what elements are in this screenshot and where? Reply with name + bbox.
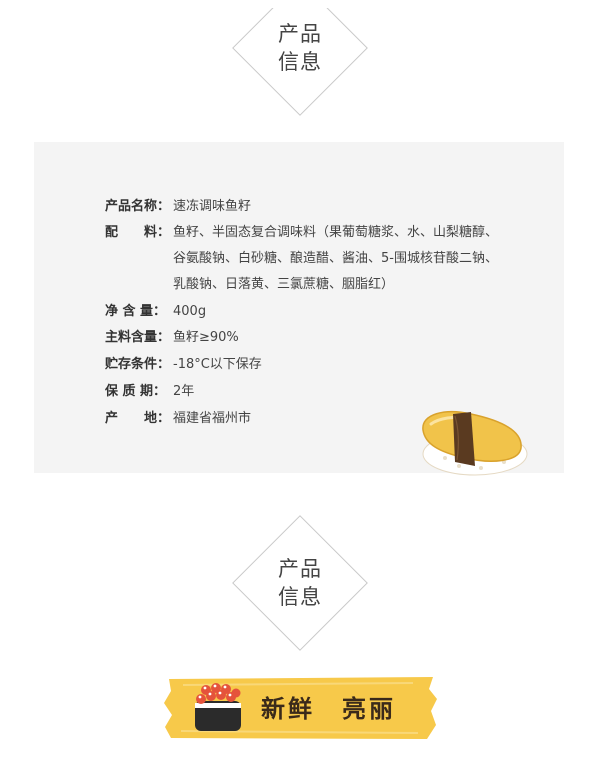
info-label: 产 地：: [105, 411, 171, 426]
section-title: 产品 信息: [278, 20, 322, 76]
info-ingredients-line2: 谷氨酸钠、白砂糖、酿造醋、酱油、5-围城核苷酸二钠、: [173, 251, 498, 266]
info-row-name: 产品名称： 速冻调味鱼籽: [105, 194, 251, 220]
section-title-line1: 产品: [278, 22, 322, 46]
info-value: 2年: [173, 384, 195, 399]
info-label: 净 含 量：: [105, 304, 167, 319]
info-row-origin: 产 地： 福建省福州市: [105, 406, 251, 432]
info-value: 400g: [173, 304, 207, 319]
info-ingredients-line3: 乳酸钠、日落黄、三氯蔗糖、胭脂红）: [173, 277, 395, 292]
info-value: 福建省福州市: [173, 411, 252, 426]
section-title: 产品 信息: [278, 555, 322, 611]
section-title-line2: 信息: [278, 50, 322, 74]
section-title-line1: 产品: [278, 557, 322, 581]
info-row-main: 主料含量： 鱼籽≥90%: [105, 325, 239, 351]
info-label: 贮存条件：: [105, 357, 171, 372]
info-value: -18°C以下保存: [173, 357, 262, 372]
info-value: 鱼籽、半固态复合调味料（果葡萄糖浆、水、山梨糖醇、: [173, 225, 499, 240]
info-label: 配 料：: [105, 225, 171, 240]
info-value: 鱼籽≥90%: [173, 330, 239, 345]
ikura-sushi-icon: [195, 683, 241, 731]
info-row-shelf: 保 质 期： 2年: [105, 379, 194, 405]
info-row-storage: 贮存条件： -18°C以下保存: [105, 352, 262, 378]
banner-text: 新鲜 亮丽: [261, 694, 396, 723]
diamond-gap: [265, 0, 335, 8]
tamago-sushi-illustration: [422, 411, 528, 476]
info-label: 保 质 期：: [105, 384, 167, 399]
info-label: 产品名称：: [105, 199, 171, 214]
product-info-panel: 产品名称： 速冻调味鱼籽 配 料： 鱼籽、半固态复合调味料（果葡萄糖浆、水、山梨糖醇…: [34, 142, 564, 476]
section-title-line2: 信息: [278, 585, 322, 609]
info-row-net: 净 含 量： 400g: [105, 299, 206, 325]
info-value: 速冻调味鱼籽: [173, 199, 252, 214]
info-label: 主料含量：: [105, 330, 171, 345]
info-row-ingredients: 配 料： 鱼籽、半固态复合调味料（果葡萄糖浆、水、山梨糖醇、: [105, 220, 498, 246]
fresh-banner: 新鲜 亮丽: [163, 675, 438, 741]
